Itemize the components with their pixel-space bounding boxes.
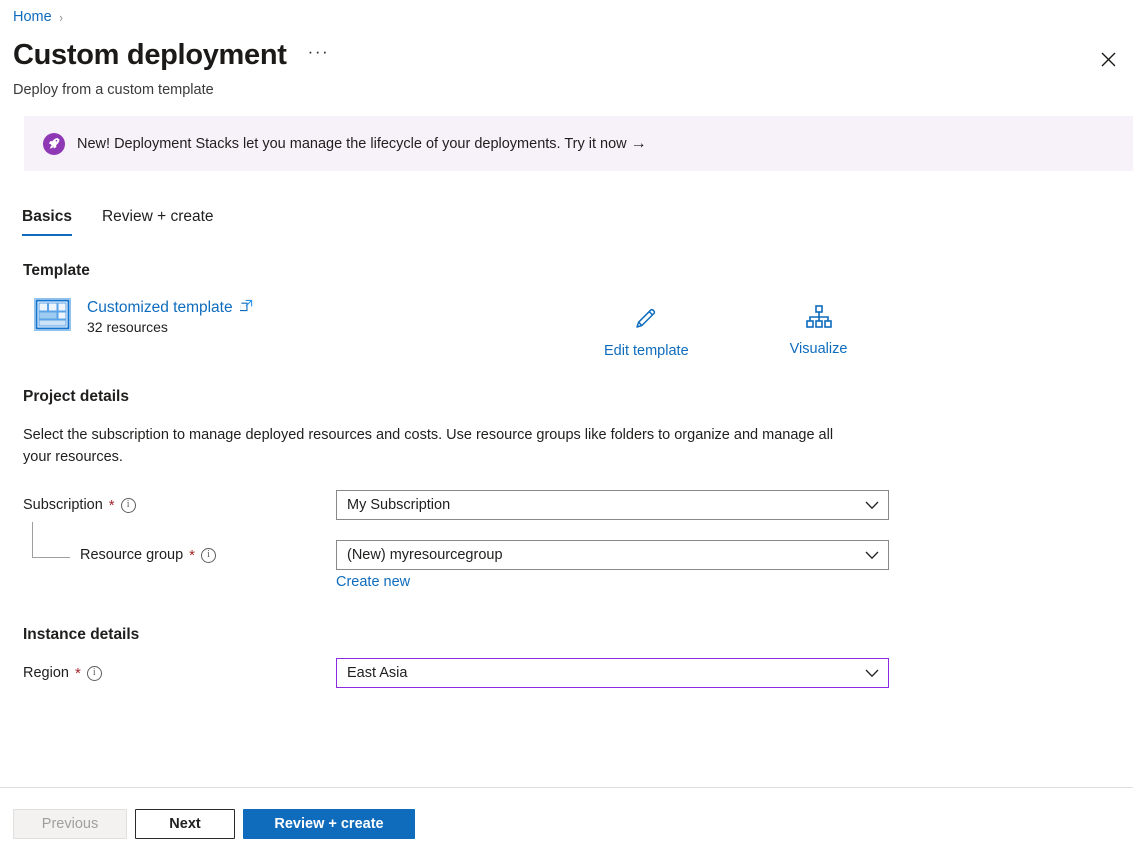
template-grid-icon xyxy=(34,298,71,336)
region-value: East Asia xyxy=(347,665,865,681)
customized-template-link[interactable]: Customized template xyxy=(87,299,253,317)
arrow-right-icon[interactable]: → xyxy=(631,135,647,152)
review-create-button[interactable]: Review + create xyxy=(243,809,415,839)
template-section-heading: Template xyxy=(23,262,90,280)
tab-list: Basics Review + create xyxy=(22,208,214,236)
resource-group-required-marker: * xyxy=(189,548,195,563)
subscription-label: Subscription xyxy=(23,497,103,513)
close-button[interactable] xyxy=(1092,43,1124,75)
page-title: Custom deployment xyxy=(13,39,287,72)
breadcrumb: Home › xyxy=(13,9,63,25)
subscription-required-marker: * xyxy=(109,498,115,513)
edit-template-label: Edit template xyxy=(604,343,689,359)
chevron-down-icon xyxy=(865,501,879,510)
visualize-action[interactable]: Visualize xyxy=(790,305,848,359)
breadcrumb-home-link[interactable]: Home xyxy=(13,9,52,25)
external-link-icon xyxy=(240,299,253,317)
rocket-icon xyxy=(43,133,65,155)
region-dropdown[interactable]: East Asia xyxy=(336,658,889,688)
template-resource-count: 32 resources xyxy=(87,319,253,335)
tab-basics[interactable]: Basics xyxy=(22,208,72,236)
pencil-icon xyxy=(633,305,659,336)
resource-group-label: Resource group xyxy=(80,547,183,563)
edit-template-action[interactable]: Edit template xyxy=(604,305,689,359)
page-title-row: Custom deployment ··· xyxy=(13,39,332,72)
page-subtitle: Deploy from a custom template xyxy=(13,82,214,98)
deployment-stacks-banner[interactable]: New! Deployment Stacks let you manage th… xyxy=(24,116,1133,171)
close-icon xyxy=(1101,52,1116,67)
region-info-icon[interactable]: i xyxy=(87,666,102,681)
instance-details-heading: Instance details xyxy=(23,626,139,644)
visualize-label: Visualize xyxy=(790,341,848,357)
project-details-description: Select the subscription to manage deploy… xyxy=(23,424,853,469)
resource-group-dropdown[interactable]: (New) myresourcegroup xyxy=(336,540,889,570)
template-summary: Customized template 32 resources xyxy=(34,298,253,336)
banner-text: New! Deployment Stacks let you manage th… xyxy=(77,135,647,153)
subscription-label-group: Subscription * i xyxy=(23,497,136,513)
subscription-value: My Subscription xyxy=(347,497,865,513)
resource-group-label-group: Resource group * i xyxy=(80,547,216,563)
footer-actions: Previous Next Review + create xyxy=(13,809,415,839)
region-label: Region xyxy=(23,665,69,681)
more-options-button[interactable]: ··· xyxy=(305,45,332,66)
create-new-resource-group-link[interactable]: Create new xyxy=(336,574,410,590)
region-label-group: Region * i xyxy=(23,665,102,681)
banner-cta-link[interactable]: Try it now xyxy=(564,136,626,152)
resource-group-tree-connector xyxy=(32,522,70,558)
breadcrumb-separator-icon: › xyxy=(59,10,62,25)
next-button[interactable]: Next xyxy=(135,809,235,839)
previous-button[interactable]: Previous xyxy=(13,809,127,839)
banner-message: New! Deployment Stacks let you manage th… xyxy=(77,136,564,152)
region-required-marker: * xyxy=(75,666,81,681)
resource-group-info-icon[interactable]: i xyxy=(201,548,216,563)
subscription-info-icon[interactable]: i xyxy=(121,498,136,513)
resource-group-value: (New) myresourcegroup xyxy=(347,547,865,563)
project-details-heading: Project details xyxy=(23,388,129,406)
tab-review-create[interactable]: Review + create xyxy=(102,208,214,236)
chevron-down-icon xyxy=(865,669,879,678)
footer-divider xyxy=(0,787,1133,788)
template-actions: Edit template Visualize xyxy=(604,305,847,359)
customized-template-label: Customized template xyxy=(87,299,233,317)
hierarchy-icon xyxy=(806,305,832,334)
chevron-down-icon xyxy=(865,551,879,560)
subscription-dropdown[interactable]: My Subscription xyxy=(336,490,889,520)
